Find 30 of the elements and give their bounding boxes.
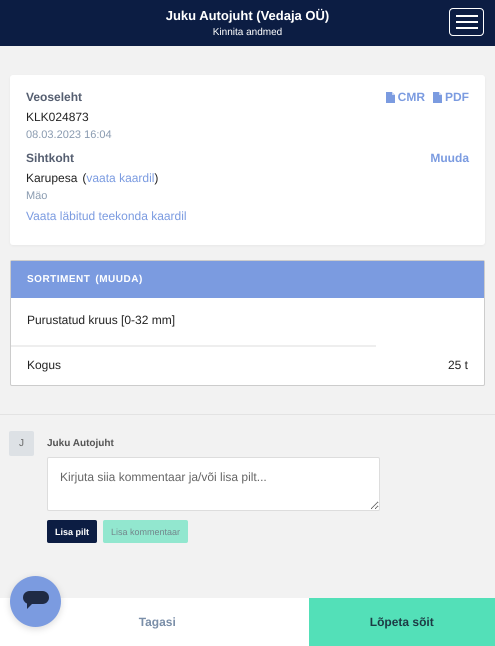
waybill-date: 08.03.2023 16:04 (26, 129, 113, 141)
waybill-number: KLK024873 (26, 110, 90, 124)
parenthesis: ) (154, 171, 158, 185)
page-title: Juku Autojuht (Vedaja OÜ) (166, 8, 330, 23)
parenthesis: ( (82, 171, 86, 185)
comment-field[interactable]: Kirjuta siia kommentaar ja/või lisa pilt... (47, 457, 380, 511)
finish-button[interactable]: Lõpeta sõit (308, 598, 495, 646)
quantity-value: 25 t (448, 358, 468, 372)
document-link[interactable]: CMR (386, 90, 425, 104)
route-link[interactable]: Vaata läbitud teekonda kaardil (26, 209, 469, 223)
product-name: Purustatud kruus [0-32 mm] (27, 313, 176, 327)
quantity-label: Kogus (27, 358, 62, 372)
avatar: J (9, 431, 34, 456)
edit-link[interactable]: (MUUDA) (95, 274, 143, 285)
edit-link[interactable]: Muuda (430, 151, 469, 165)
document-icon (386, 92, 395, 102)
waybill-label: Veoseleht (26, 90, 82, 104)
destination-place: Karupesa (26, 171, 78, 185)
map-link[interactable]: vaata kaardil (86, 171, 154, 185)
menu-icon (456, 15, 478, 29)
menu-button[interactable] (449, 8, 484, 36)
assortment-heading: SORTIMENT (27, 274, 90, 285)
document-icon (433, 92, 442, 102)
add-picture-button[interactable]: Lisa pilt (47, 520, 98, 543)
destination-label: Sihtkoht (26, 151, 74, 165)
document-link[interactable]: PDF (433, 90, 469, 104)
destination-area: Mäo (26, 190, 469, 202)
page-subtitle: Kinnita andmed (212, 27, 282, 38)
comment-author: Juku Autojuht (47, 438, 114, 449)
chat-button[interactable] (10, 576, 61, 627)
